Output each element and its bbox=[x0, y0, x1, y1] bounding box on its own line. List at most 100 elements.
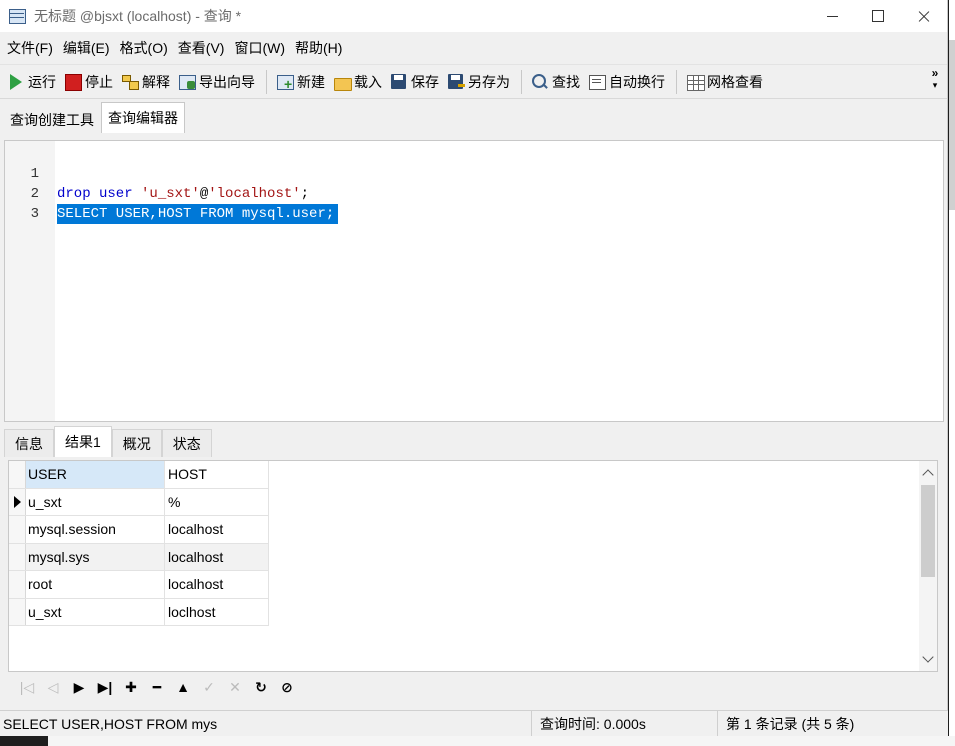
toolbar-divider bbox=[521, 69, 522, 94]
find-label: 查找 bbox=[552, 73, 580, 90]
cell-host[interactable]: loclhost bbox=[165, 598, 269, 625]
title-bar: 无标题 @bjsxt (localhost) - 查询 * bbox=[0, 0, 947, 32]
selected-code: SELECT USER,HOST FROM mysql.user; bbox=[57, 204, 339, 224]
grid-view-button[interactable]: 网格查看 bbox=[683, 69, 768, 95]
edit-up-icon[interactable]: ▲ bbox=[170, 677, 196, 697]
table-row[interactable]: u_sxt loclhost bbox=[9, 598, 269, 626]
prev-record-icon[interactable]: ◁ bbox=[40, 677, 66, 697]
explain-button[interactable]: 解释 bbox=[118, 69, 175, 95]
table-row[interactable]: mysql.sys localhost bbox=[9, 543, 269, 571]
table-row[interactable]: u_sxt % bbox=[9, 488, 269, 516]
export-wizard-button[interactable]: 导出向导 bbox=[175, 69, 260, 95]
run-button[interactable]: 运行 bbox=[4, 69, 61, 95]
minimize-icon[interactable] bbox=[809, 0, 855, 32]
stop-button[interactable]: 停止 bbox=[61, 69, 118, 95]
menu-edit[interactable]: 编辑(E) bbox=[58, 37, 115, 59]
word-wrap-button[interactable]: 自动换行 bbox=[585, 69, 670, 95]
maximize-icon[interactable] bbox=[855, 0, 901, 32]
last-record-icon[interactable]: ▶| bbox=[92, 677, 118, 697]
grid-icon bbox=[686, 73, 705, 91]
save-button[interactable]: 保存 bbox=[387, 69, 444, 95]
export-icon bbox=[178, 73, 196, 91]
tab-query-builder[interactable]: 查询创建工具 bbox=[3, 105, 101, 133]
scrollbar-thumb[interactable] bbox=[921, 485, 935, 577]
background-window-edge bbox=[949, 0, 955, 736]
save-as-icon bbox=[447, 73, 465, 91]
chevron-double-right-icon: » bbox=[931, 66, 939, 80]
status-bar: SELECT USER,HOST FROM mys 查询时间: 0.000s 第… bbox=[0, 710, 948, 736]
close-icon[interactable] bbox=[901, 0, 947, 32]
find-button[interactable]: 查找 bbox=[528, 69, 585, 95]
apply-changes-icon[interactable]: ✓ bbox=[196, 677, 222, 697]
folder-icon bbox=[333, 73, 352, 91]
stop-label: 停止 bbox=[85, 73, 113, 90]
menu-format[interactable]: 格式(O) bbox=[115, 37, 173, 59]
stop-loading-icon[interactable]: ⊘ bbox=[274, 677, 300, 697]
toolbar-overflow-button[interactable]: » ▾ bbox=[929, 67, 941, 91]
new-button[interactable]: 新建 bbox=[273, 69, 330, 95]
menu-window[interactable]: 窗口(W) bbox=[229, 37, 290, 59]
save-label: 保存 bbox=[411, 73, 439, 90]
result-grid: USER HOST u_sxt % mysql.session localhos… bbox=[8, 460, 938, 672]
explain-icon bbox=[121, 73, 139, 91]
code-line: 3 bbox=[5, 184, 943, 222]
cell-host[interactable]: localhost bbox=[165, 543, 269, 570]
load-button[interactable]: 载入 bbox=[330, 69, 387, 95]
current-row-arrow-icon bbox=[9, 488, 26, 515]
cell-user[interactable]: u_sxt bbox=[26, 598, 165, 625]
menu-file[interactable]: 文件(F) bbox=[2, 37, 58, 59]
scroll-up-icon[interactable] bbox=[922, 469, 934, 481]
app-table-icon bbox=[8, 8, 26, 24]
play-icon bbox=[7, 73, 25, 91]
line-number: 3 bbox=[30, 206, 39, 222]
discard-changes-icon[interactable]: ✕ bbox=[222, 677, 248, 697]
search-icon bbox=[531, 73, 549, 91]
table-row[interactable]: mysql.session localhost bbox=[9, 516, 269, 544]
cell-host[interactable]: % bbox=[165, 488, 269, 515]
tab-query-editor[interactable]: 查询编辑器 bbox=[101, 102, 185, 133]
load-label: 载入 bbox=[354, 73, 382, 90]
refresh-icon[interactable]: ↻ bbox=[248, 677, 274, 697]
grid-vertical-scrollbar[interactable] bbox=[919, 461, 937, 671]
row-indicator bbox=[9, 516, 26, 543]
cell-user[interactable]: root bbox=[26, 571, 165, 598]
new-query-icon bbox=[276, 73, 294, 91]
toolbar-divider bbox=[266, 69, 267, 94]
cell-host[interactable]: localhost bbox=[165, 516, 269, 543]
scroll-down-icon[interactable] bbox=[922, 651, 934, 663]
cell-user[interactable]: mysql.session bbox=[26, 516, 165, 543]
status-sql: SELECT USER,HOST FROM mys bbox=[0, 711, 532, 736]
delete-record-icon[interactable]: ━ bbox=[144, 677, 170, 697]
column-header-user[interactable]: USER bbox=[26, 461, 165, 488]
tab-info[interactable]: 信息 bbox=[4, 429, 54, 457]
background-window-edge bbox=[48, 736, 955, 746]
tab-result1[interactable]: 结果1 bbox=[54, 426, 112, 457]
sql-editor[interactable]: 1 drop user 'u_sxt'@'localhost'; 2 SELEC… bbox=[4, 140, 944, 422]
cell-host[interactable]: localhost bbox=[165, 571, 269, 598]
menu-help[interactable]: 帮助(H) bbox=[290, 37, 347, 59]
cell-user[interactable]: mysql.sys bbox=[26, 543, 165, 570]
column-header-host[interactable]: HOST bbox=[165, 461, 269, 488]
stop-icon bbox=[64, 73, 82, 91]
code-line: 1 drop user 'u_sxt'@'localhost'; bbox=[5, 144, 943, 202]
toolbar: 运行 停止 解释 导出向导 新建 载入 保存 另存为 查找 自动换行 网格查看 … bbox=[0, 65, 947, 99]
table-row[interactable]: root localhost bbox=[9, 571, 269, 599]
status-record-count: 第 1 条记录 (共 5 条) bbox=[726, 716, 855, 732]
saveas-label: 另存为 bbox=[468, 73, 510, 90]
grid-header-row: USER HOST bbox=[9, 461, 269, 489]
result-tab-strip: 信息 结果1 概况 状态 bbox=[4, 425, 212, 457]
menu-view[interactable]: 查看(V) bbox=[173, 37, 230, 59]
cell-user[interactable]: u_sxt bbox=[26, 488, 165, 515]
menu-bar: 文件(F) 编辑(E) 格式(O) 查看(V) 窗口(W) 帮助(H) bbox=[0, 32, 947, 65]
add-record-icon[interactable]: ✚ bbox=[118, 677, 144, 697]
next-record-icon[interactable]: ▶ bbox=[66, 677, 92, 697]
row-indicator bbox=[9, 461, 26, 488]
new-label: 新建 bbox=[297, 73, 325, 90]
save-as-button[interactable]: 另存为 bbox=[444, 69, 515, 95]
tab-status[interactable]: 状态 bbox=[161, 429, 212, 457]
grid-label: 网格查看 bbox=[707, 73, 763, 90]
tab-profile[interactable]: 概况 bbox=[111, 429, 162, 457]
row-indicator bbox=[9, 543, 26, 570]
first-record-icon[interactable]: |◁ bbox=[14, 677, 40, 697]
code-line: 2 SELECT USER,HOST FROM mysql.user; bbox=[5, 164, 943, 224]
